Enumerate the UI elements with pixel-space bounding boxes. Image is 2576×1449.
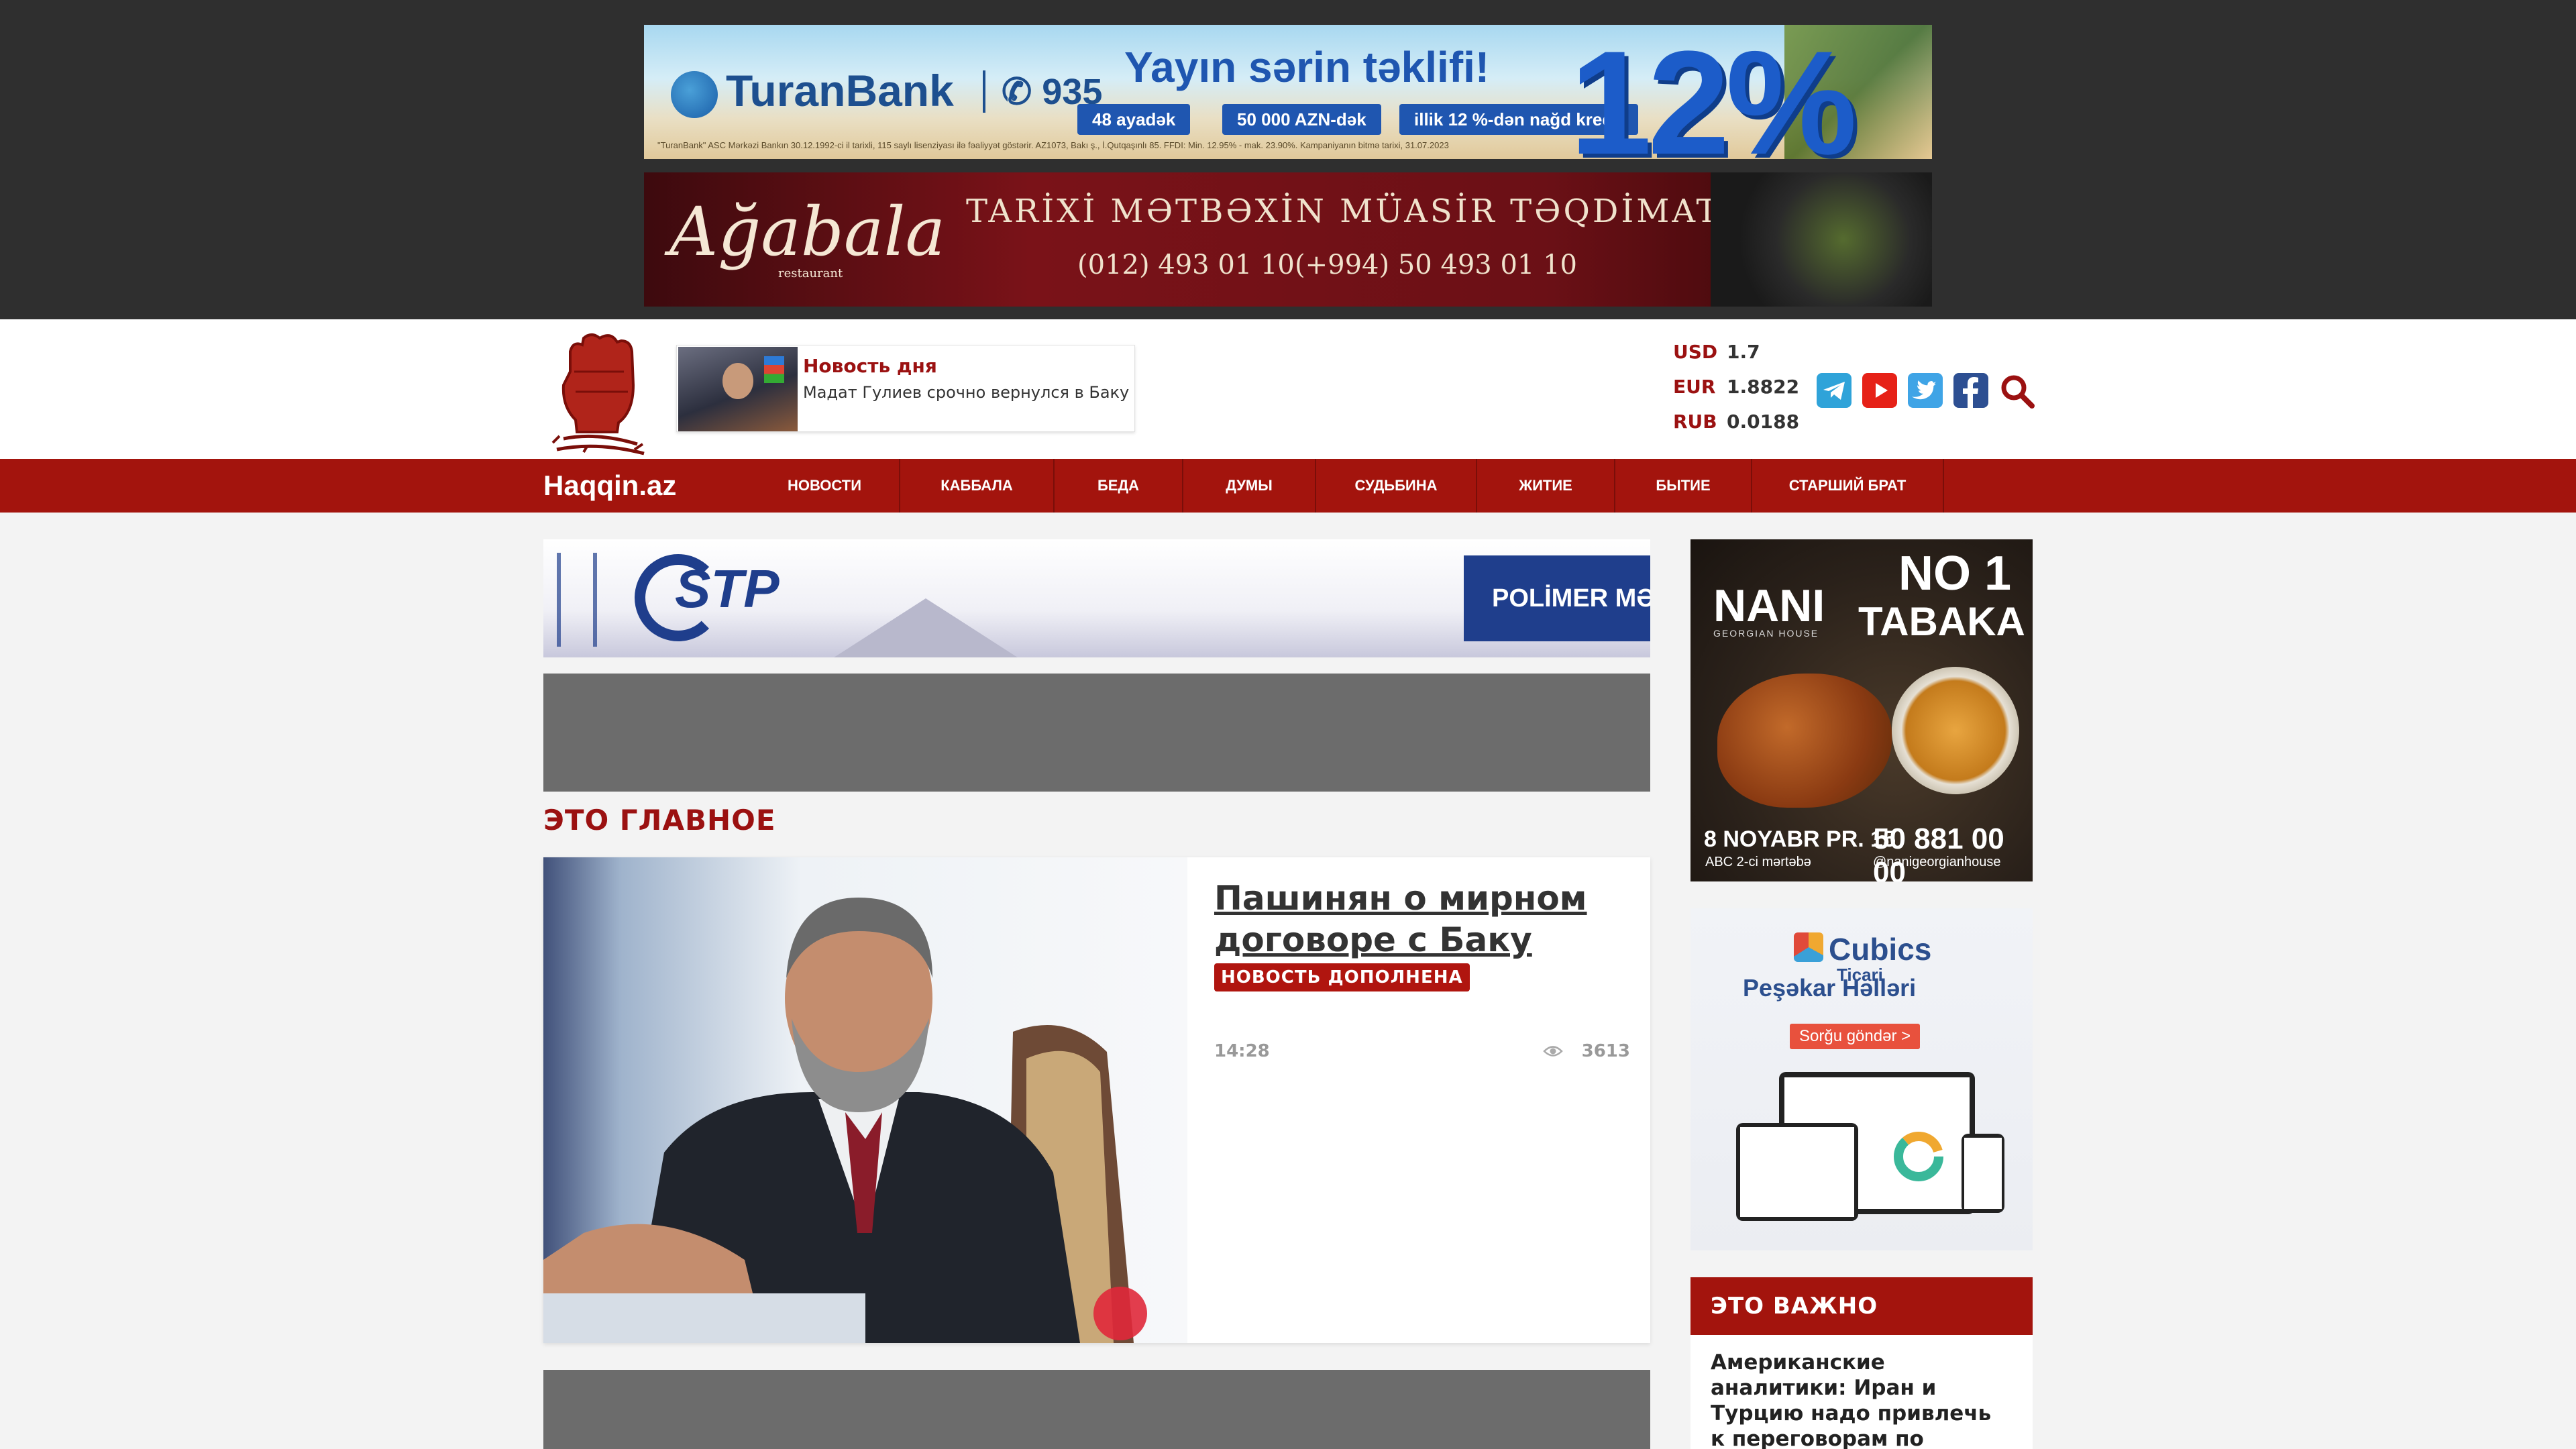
potato-dish-image bbox=[1892, 667, 2019, 794]
important-news-title: ЭТО ВАЖНО bbox=[1690, 1277, 2033, 1335]
youtube-icon[interactable] bbox=[1862, 373, 1897, 408]
nani-date: 8 NOYABR PR. 15 bbox=[1704, 826, 1896, 852]
top-banner-strip: TuranBank ✆ 935 Yayın sərin təklifi! 48 … bbox=[0, 0, 2576, 319]
nav-item-zhitie[interactable]: ЖИТИЕ bbox=[1477, 459, 1615, 513]
turanbank-headline: Yayın sərin təklifi! bbox=[1124, 43, 1490, 91]
nani-slogan-1: NO 1 bbox=[1898, 547, 2012, 600]
turanbank-chip-amount: 50 000 AZN-dək bbox=[1222, 104, 1381, 135]
rate-rub: RUB 0.0188 bbox=[1673, 411, 1799, 445]
section-title-main: ЭТО ГЛАВНОЕ bbox=[543, 804, 776, 837]
turanbank-globe-icon bbox=[671, 70, 718, 118]
site-logo-text[interactable]: Haqqin.az bbox=[543, 470, 676, 502]
rate-usd: USD 1.7 bbox=[1673, 341, 1799, 376]
featured-article-headline[interactable]: Пашинян о мирном договоре с Баку bbox=[1214, 877, 1630, 961]
news-of-day-headline[interactable]: Мадат Гулиев срочно вернулся в Баку bbox=[803, 383, 1129, 402]
twitter-icon[interactable] bbox=[1908, 373, 1943, 408]
agabala-logo: Ağabala bbox=[669, 193, 946, 271]
ad-placeholder bbox=[543, 674, 1650, 792]
cubics-logo: Cubics bbox=[1829, 932, 1932, 967]
nani-slogan-2: TABAKA bbox=[1858, 599, 2025, 644]
nav-item-dumy[interactable]: ДУМЫ bbox=[1183, 459, 1316, 513]
important-news-item[interactable]: Американские аналитики: Иран и Турцию на… bbox=[1690, 1335, 2033, 1449]
agabala-food-image bbox=[1711, 172, 1932, 307]
article-views: 3613 bbox=[1581, 1041, 1630, 1061]
featured-article-card[interactable]: Пашинян о мирном договоре с Баку НОВОСТЬ… bbox=[543, 857, 1650, 1343]
circuit-icon bbox=[557, 553, 597, 647]
stp-logo: STP bbox=[675, 559, 780, 619]
agabala-tagline: TARİXİ MƏTBƏXİN MÜASİR TƏQDİMATI bbox=[966, 193, 1736, 230]
search-icon[interactable] bbox=[1998, 372, 2037, 411]
nani-phone: 50 881 00 00 bbox=[1873, 822, 2004, 881]
turanbank-logo: TuranBank bbox=[671, 65, 954, 118]
donut-chart-icon bbox=[1894, 1132, 1943, 1181]
agabala-phone-1: (012) 493 01 10 bbox=[1077, 250, 1295, 280]
nani-ad-banner[interactable]: NANI GEORGIAN HOUSE NO 1 TABAKA 8 NOYABR… bbox=[1690, 539, 2033, 881]
agabala-phone-2: (+994) 50 493 01 10 bbox=[1295, 250, 1577, 280]
turanbank-percent: 12% bbox=[1570, 25, 1857, 159]
rate-code: RUB bbox=[1673, 411, 1717, 433]
turanbank-chip-term: 48 ayadək bbox=[1077, 104, 1191, 135]
phone-icon: ✆ bbox=[1002, 72, 1042, 112]
cubics-ad-banner[interactable]: Cubics Ticari Peşəkar Həlləri Sorğu gönd… bbox=[1690, 908, 2033, 1250]
rate-code: USD bbox=[1673, 341, 1718, 363]
article-time: 14:28 bbox=[1214, 1041, 1270, 1061]
agabala-logo-sub: restaurant bbox=[778, 266, 843, 280]
telegram-icon[interactable] bbox=[1817, 373, 1851, 408]
news-updated-badge: НОВОСТЬ ДОПОЛНЕНА bbox=[1214, 963, 1470, 991]
nav-item-news[interactable]: НОВОСТИ bbox=[750, 459, 900, 513]
nav-item-starshiy-brat[interactable]: СТАРШИЙ БРАТ bbox=[1752, 459, 1944, 513]
phone-device-image bbox=[1962, 1134, 2004, 1213]
currency-rates: USD 1.7 EUR 1.8822 RUB 0.0188 bbox=[1673, 341, 1799, 445]
nani-logo-sub: GEORGIAN HOUSE bbox=[1713, 628, 1819, 639]
cubics-cube-icon bbox=[1794, 932, 1823, 962]
turanbank-fine-print: "TuranBank" ASC Mərkəzi Bankın 30.12.199… bbox=[657, 140, 1449, 150]
turanbank-brand-text: TuranBank bbox=[726, 66, 954, 115]
news-of-day-label: Новость дня bbox=[803, 355, 937, 377]
important-news-box: ЭТО ВАЖНО Американские аналитики: Иран и… bbox=[1690, 1277, 2033, 1449]
nav-item-sudbina[interactable]: СУДЬБИНА bbox=[1316, 459, 1477, 513]
featured-article-photo[interactable] bbox=[543, 857, 1187, 1343]
nani-logo: NANI bbox=[1713, 580, 1825, 631]
nav-item-kabbala[interactable]: КАББАЛА bbox=[900, 459, 1055, 513]
turanbank-banner[interactable]: TuranBank ✆ 935 Yayın sərin təklifi! 48 … bbox=[644, 25, 1932, 159]
nav-item-bytie[interactable]: БЫТИЕ bbox=[1615, 459, 1752, 513]
news-of-day-thumbnail bbox=[678, 347, 798, 431]
site-header: Новость дня Мадат Гулиев срочно вернулся… bbox=[0, 319, 2576, 459]
rate-value: 1.7 bbox=[1727, 341, 1760, 363]
mountain-shape bbox=[832, 598, 1020, 657]
fist-logo-icon[interactable] bbox=[543, 331, 651, 459]
ad-placeholder-bottom bbox=[543, 1370, 1650, 1449]
cubics-tagline: Peşəkar Həlləri bbox=[1743, 974, 1917, 1002]
facebook-icon[interactable] bbox=[1953, 373, 1988, 408]
rate-eur: EUR 1.8822 bbox=[1673, 376, 1799, 411]
stp-cta: POLİMER MƏ bbox=[1464, 555, 1650, 641]
flag-image bbox=[764, 356, 784, 383]
cubics-cta-button: Sorğu göndər > bbox=[1790, 1024, 1921, 1049]
rate-value: 0.0188 bbox=[1727, 411, 1800, 433]
tablet-device-image bbox=[1736, 1123, 1858, 1221]
nav-item-beda[interactable]: БЕДА bbox=[1055, 459, 1183, 513]
chicken-tabaka-image bbox=[1717, 674, 1892, 808]
stp-ad-banner[interactable]: STP POLİMER MƏ bbox=[543, 539, 1650, 657]
main-nav: Haqqin.az НОВОСТИ КАББАЛА БЕДА ДУМЫ СУДЬ… bbox=[0, 459, 2576, 513]
rate-value: 1.8822 bbox=[1727, 376, 1800, 398]
agabala-banner[interactable]: Ağabala restaurant TARİXİ MƏTBƏXİN MÜASİ… bbox=[644, 172, 1932, 307]
nani-address: ABC 2-ci mərtəbə bbox=[1705, 855, 1811, 869]
rate-code: EUR bbox=[1673, 376, 1716, 398]
news-of-day-card[interactable]: Новость дня Мадат Гулиев срочно вернулся… bbox=[676, 345, 1135, 432]
nani-instagram: @nanigeorgianhouse bbox=[1873, 855, 2001, 869]
